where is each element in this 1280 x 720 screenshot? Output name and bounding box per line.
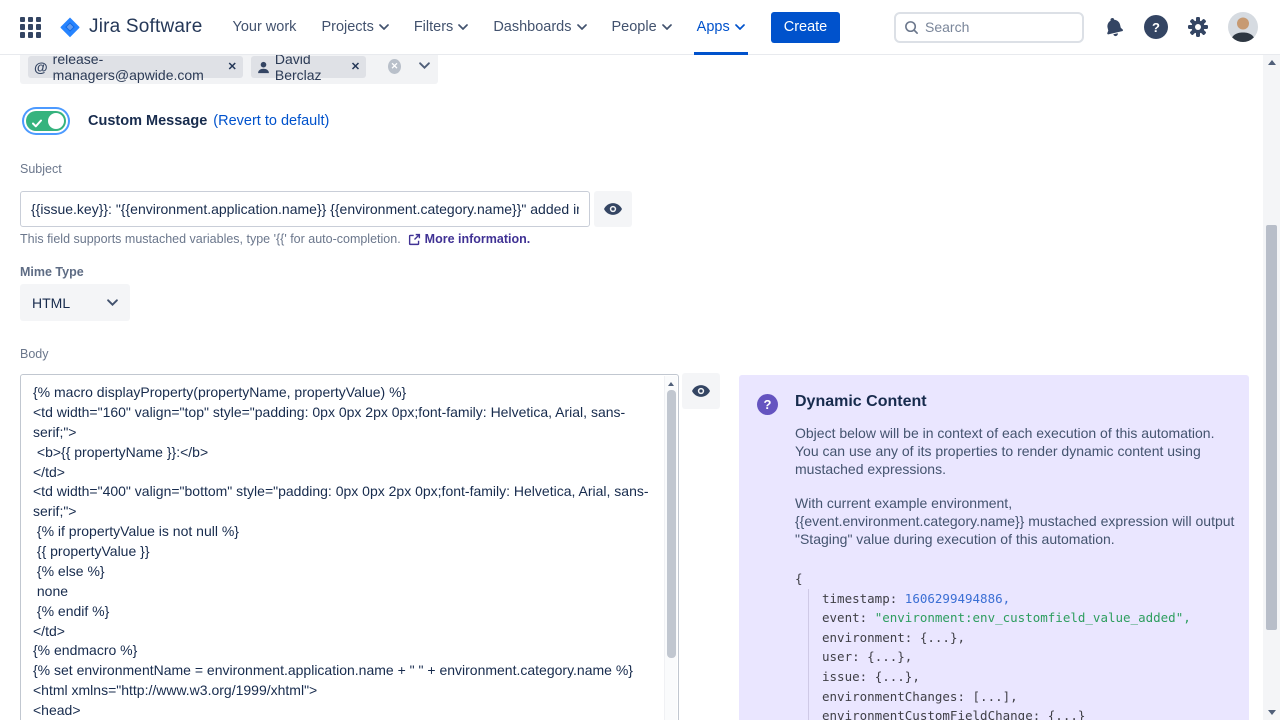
- settings-gear-icon[interactable]: [1187, 16, 1209, 38]
- dynamic-content-panel: ? Dynamic Content Object below will be i…: [739, 375, 1249, 720]
- question-mark-icon: ?: [757, 394, 778, 415]
- remove-recipient-icon[interactable]: ✕: [226, 62, 239, 73]
- body-editor: {% macro displayProperty(propertyName, p…: [20, 374, 679, 720]
- more-information-link[interactable]: More information.: [425, 232, 531, 246]
- scroll-up-arrow-icon[interactable]: [1268, 60, 1276, 65]
- create-button[interactable]: Create: [771, 12, 841, 43]
- body-textarea[interactable]: {% macro displayProperty(propertyName, p…: [21, 375, 678, 720]
- code-line: user: {...},: [822, 647, 1225, 667]
- mime-type-label: Mime Type: [20, 265, 84, 279]
- top-nav-bar: Jira Software Your work Projects Filters…: [0, 0, 1280, 55]
- primary-nav: Your work Projects Filters Dashboards Pe…: [232, 0, 744, 55]
- chevron-down-icon: [458, 24, 468, 30]
- chevron-down-icon[interactable]: [419, 56, 430, 74]
- header-actions: ?: [894, 12, 1258, 43]
- chevron-down-icon: [662, 24, 672, 30]
- recipients-field[interactable]: @ release-managers@apwide.com ✕ David Be…: [20, 55, 438, 84]
- jira-logo[interactable]: Jira Software: [58, 15, 202, 39]
- nav-people[interactable]: People: [612, 0, 672, 55]
- nav-projects[interactable]: Projects: [321, 0, 388, 55]
- logo-text: Jira Software: [89, 16, 202, 38]
- help-icon[interactable]: ?: [1144, 15, 1168, 39]
- page-scrollbar[interactable]: [1263, 55, 1280, 720]
- clear-all-icon[interactable]: ✕: [388, 59, 401, 74]
- search-icon: [904, 20, 919, 35]
- revert-to-default-link[interactable]: (Revert to default): [213, 113, 329, 129]
- user-avatar[interactable]: [1228, 12, 1258, 42]
- subject-label: Subject: [20, 162, 62, 176]
- code-line: environment: {...},: [822, 628, 1225, 648]
- context-object-code: { timestamp: 1606299494886, event: "envi…: [795, 569, 1225, 720]
- chevron-down-icon: [577, 24, 587, 30]
- code-open-brace: {: [795, 569, 1225, 589]
- code-line: event: "environment:env_customfield_valu…: [822, 608, 1225, 628]
- notifications-bell-icon[interactable]: [1101, 14, 1127, 40]
- preview-body-eye-icon[interactable]: [682, 373, 720, 409]
- nav-apps[interactable]: Apps: [697, 0, 745, 55]
- panel-paragraph: With current example environment, {{even…: [795, 494, 1237, 548]
- chevron-down-icon: [107, 299, 118, 306]
- scrollbar-thumb[interactable]: [667, 390, 676, 658]
- email-at-icon: @: [34, 59, 48, 75]
- nav-dashboards[interactable]: Dashboards: [493, 0, 586, 55]
- code-line: environmentChanges: [...],: [822, 687, 1225, 707]
- search-box[interactable]: [894, 12, 1084, 43]
- custom-message-row: Custom Message (Revert to default): [22, 105, 329, 137]
- remove-recipient-icon[interactable]: ✕: [349, 62, 362, 73]
- search-input[interactable]: [925, 19, 1074, 35]
- scrollbar-thumb[interactable]: [1266, 225, 1277, 630]
- panel-title: Dynamic Content: [795, 393, 1225, 411]
- preview-subject-eye-icon[interactable]: [594, 191, 632, 227]
- code-line: issue: {...},: [822, 667, 1225, 687]
- body-label: Body: [20, 347, 49, 361]
- jira-logo-icon: [58, 15, 82, 39]
- check-icon: [32, 116, 42, 131]
- recipient-chip-user: David Berclaz ✕: [251, 56, 366, 78]
- mime-type-select[interactable]: HTML: [20, 284, 130, 321]
- textarea-scrollbar[interactable]: [664, 376, 677, 720]
- chevron-down-icon: [379, 24, 389, 30]
- code-line: environmentCustomFieldChange: {...}: [822, 706, 1225, 720]
- custom-message-label: Custom Message: [88, 113, 207, 129]
- chevron-down-icon: [735, 24, 745, 30]
- panel-paragraph: Object below will be in context of each …: [795, 424, 1237, 478]
- recipient-chip-email: @ release-managers@apwide.com ✕: [28, 56, 243, 78]
- nav-your-work[interactable]: Your work: [232, 0, 296, 55]
- main-content: @ release-managers@apwide.com ✕ David Be…: [0, 55, 1280, 720]
- nav-filters[interactable]: Filters: [414, 0, 468, 55]
- subject-helper-text: This field supports mustached variables,…: [20, 232, 530, 246]
- custom-message-toggle[interactable]: [26, 111, 66, 131]
- subject-input[interactable]: [20, 191, 590, 227]
- scroll-up-arrow-icon[interactable]: [668, 382, 674, 386]
- person-icon: [257, 61, 270, 74]
- code-line: timestamp: 1606299494886,: [822, 589, 1225, 609]
- external-link-icon: [408, 233, 421, 246]
- app-switcher-icon[interactable]: [20, 17, 41, 38]
- scroll-down-arrow-icon[interactable]: [1268, 710, 1276, 715]
